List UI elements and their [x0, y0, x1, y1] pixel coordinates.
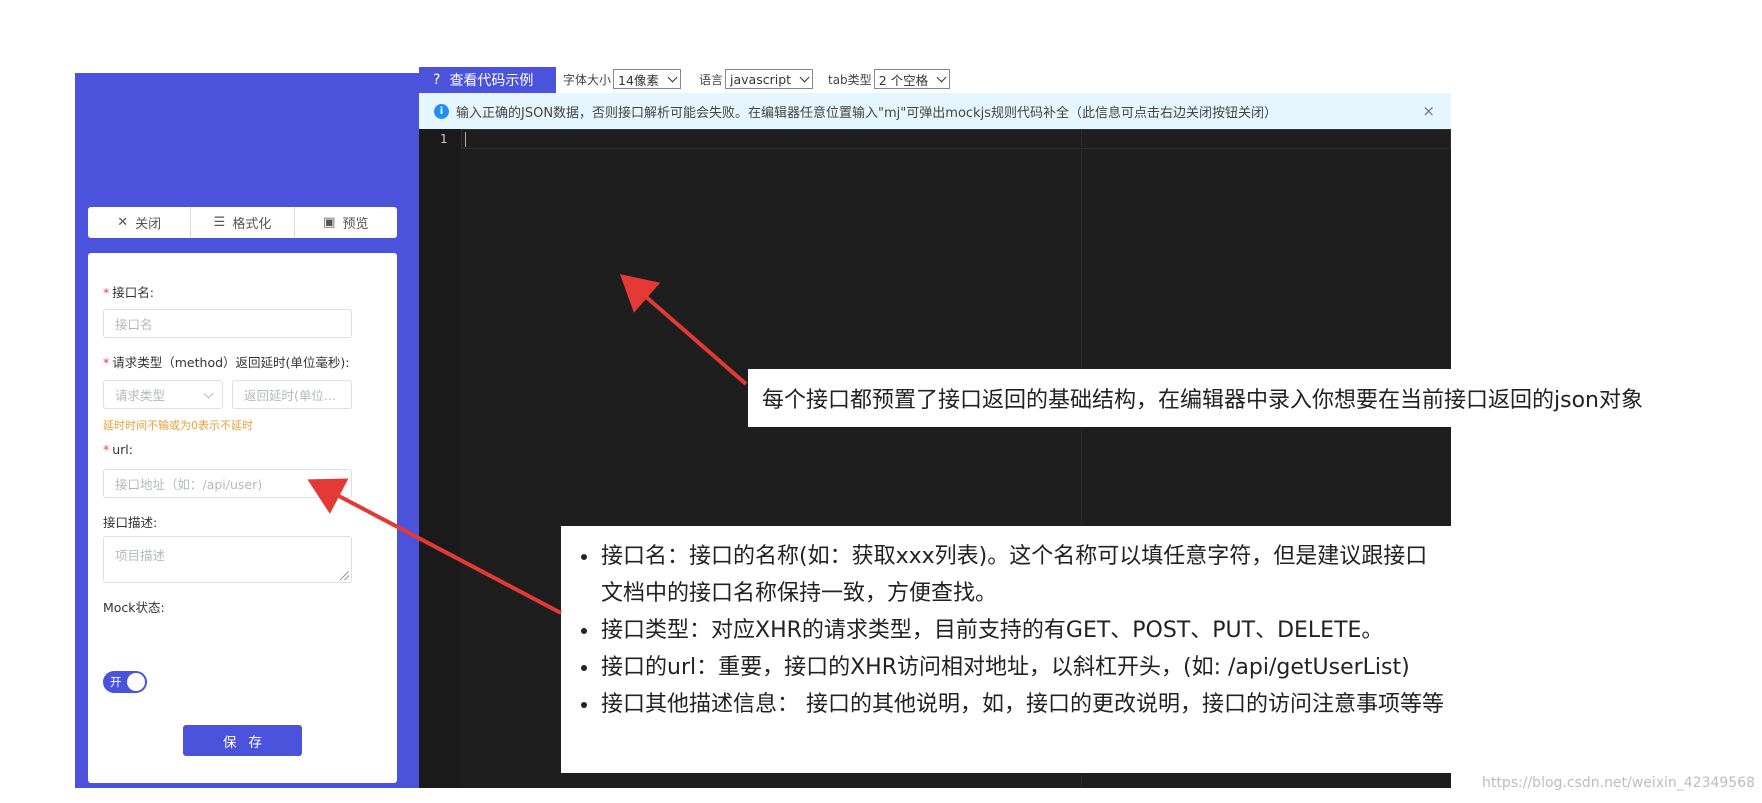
chevron-down-icon [936, 72, 947, 82]
code-example-tab[interactable]: ? 查看代码示例 [419, 67, 556, 93]
switch-knob [127, 673, 145, 691]
field-note-item: 接口名：接口的名称(如：获取xxx列表)。这个名称可以填任意字符，但是建议跟接口… [575, 538, 1435, 612]
delay-hint: 延时时间不输或为0表示不延时 [103, 419, 253, 432]
tab-type-select[interactable]: 2 个空格 [873, 69, 951, 89]
description-textarea[interactable]: 项目描述 [103, 536, 352, 583]
editor-gutter: 1 [419, 129, 460, 788]
code-example-label: 查看代码示例 [449, 73, 534, 89]
chevron-down-icon [203, 388, 214, 399]
preview-button[interactable]: ▣ 预览 [295, 207, 397, 238]
close-icon[interactable]: × [1422, 102, 1435, 120]
left-panel: ✕ 关闭 ☰ 格式化 ▣ 预览 * 接口名: 接口名 * 请求类型（method）返… [75, 73, 419, 788]
tab-type-option: tab类型 2 个空格 [828, 69, 951, 89]
description-label: 接口描述: [103, 515, 158, 530]
font-size-option: 字体大小 14像素 [563, 69, 681, 89]
info-message: 输入正确的JSON数据，否则接口解析可能会失败。在编辑器任意位置输入"mj"可弹… [456, 105, 1277, 121]
editor-toolbar: ✕ 关闭 ☰ 格式化 ▣ 预览 [88, 207, 397, 238]
line-number: 1 [440, 132, 448, 146]
mock-status-label: Mock状态: [103, 600, 165, 615]
field-note-item: 接口其他描述信息： 接口的其他说明，如，接口的更改说明，接口的访问注意事项等等 [575, 686, 1451, 723]
font-size-select[interactable]: 14像素 [613, 69, 681, 89]
close-button[interactable]: ✕ 关闭 [88, 207, 192, 238]
language-option: 语言 javascript [699, 69, 814, 89]
switch-on-text: 开 [110, 675, 122, 689]
fields-annotation: 接口名：接口的名称(如：获取xxx列表)。这个名称可以填任意字符，但是建议跟接口… [561, 526, 1451, 773]
format-icon: ☰ [213, 215, 226, 230]
url-label: * url: [103, 442, 133, 457]
text-cursor [465, 132, 466, 147]
save-button[interactable]: 保存 [183, 725, 302, 756]
resize-handle-icon[interactable] [340, 571, 349, 580]
format-button[interactable]: ☰ 格式化 [191, 207, 295, 238]
chevron-down-icon [667, 72, 678, 82]
delay-input[interactable]: 返回延时(单位... [232, 380, 352, 409]
interface-form: * 接口名: 接口名 * 请求类型（method）返回延时(单位毫秒): 请求类型 … [88, 253, 397, 783]
url-input[interactable]: 接口地址（如：/api/user) [103, 469, 352, 498]
method-select[interactable]: 请求类型 [103, 380, 223, 409]
question-icon: ? [433, 72, 441, 88]
format-button-label: 格式化 [232, 217, 272, 232]
screenshot-stage: { "editor_header": { "code_example_label… [0, 0, 1762, 803]
name-input[interactable]: 接口名 [103, 309, 352, 338]
preview-button-label: 预览 [342, 217, 369, 232]
editor-annotation: 每个接口都预置了接口返回的基础结构，在编辑器中录入你想要在当前接口返回的json… [748, 369, 1741, 427]
watermark: https://blog.csdn.net/weixin_42349568 [1482, 775, 1756, 791]
mock-status-switch[interactable]: 开 [103, 671, 147, 693]
info-alert: i 输入正确的JSON数据，否则接口解析可能会失败。在编辑器任意位置输入"mj"… [419, 93, 1451, 129]
info-icon: i [434, 103, 449, 119]
preview-icon: ▣ [323, 215, 336, 230]
method-delay-label: * 请求类型（method）返回延时(单位毫秒): [103, 355, 350, 370]
field-notes-list: 接口名：接口的名称(如：获取xxx列表)。这个名称可以填任意字符，但是建议跟接口… [575, 538, 1451, 723]
language-select[interactable]: javascript [725, 69, 814, 89]
field-note-item: 接口的url：重要，接口的XHR访问相对地址，以斜杠开头，(如: /api/ge… [575, 649, 1451, 686]
chevron-down-icon [799, 72, 810, 82]
current-line-highlight [461, 129, 1451, 149]
close-icon: ✕ [117, 215, 129, 230]
close-button-label: 关闭 [135, 217, 162, 232]
field-note-item: 接口类型：对应XHR的请求类型，目前支持的有GET、POST、PUT、DELET… [575, 612, 1451, 649]
name-label: * 接口名: [103, 285, 154, 300]
